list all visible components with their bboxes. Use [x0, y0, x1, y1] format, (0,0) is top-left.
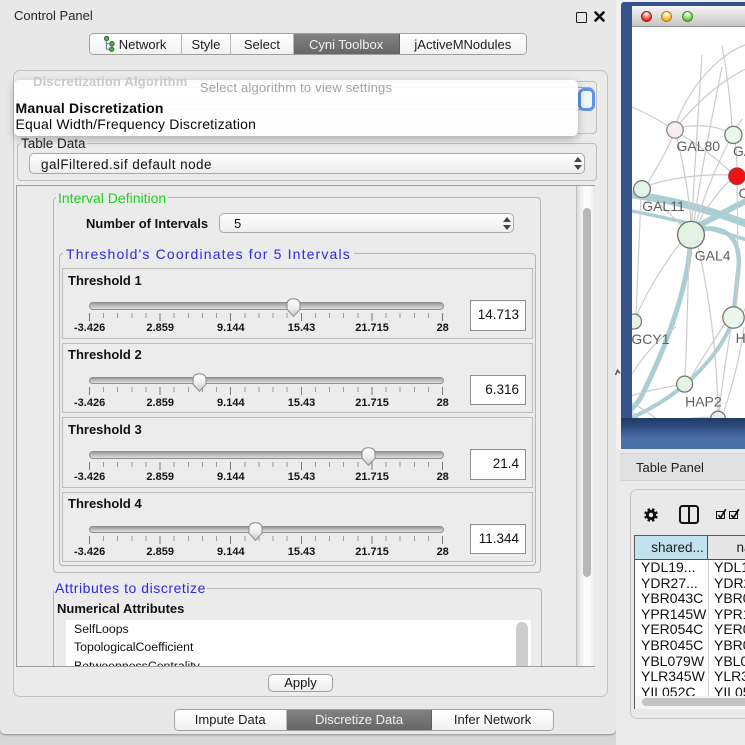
svg-text:HAP2: HAP2 — [685, 393, 722, 409]
svg-text:GAL11: GAL11 — [642, 198, 685, 214]
svg-text:GCY1: GCY1 — [632, 331, 670, 347]
svg-text:HIS7: HIS7 — [736, 330, 745, 346]
svg-text:GAL2: GAL2 — [733, 143, 745, 159]
svg-text:GAL4: GAL4 — [695, 247, 731, 263]
svg-text:C: C — [739, 185, 745, 201]
svg-text:GAL80: GAL80 — [677, 138, 721, 154]
